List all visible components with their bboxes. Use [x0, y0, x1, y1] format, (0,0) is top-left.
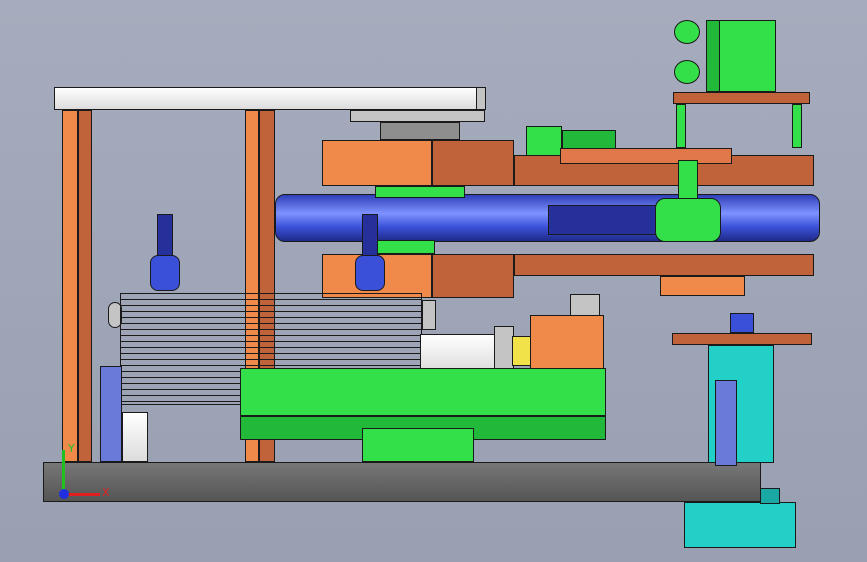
- y-axis-arrow: [62, 450, 65, 494]
- right-actuator-head[interactable]: [730, 313, 754, 333]
- cad-viewport[interactable]: [0, 0, 867, 562]
- pulley-hub-lower[interactable]: [375, 240, 435, 254]
- drive-wheel[interactable]: [655, 198, 721, 242]
- coordinate-triad: Y X: [52, 440, 112, 504]
- left-column-front[interactable]: [62, 110, 78, 462]
- lower-clamp-mid[interactable]: [432, 254, 514, 298]
- top-green-block[interactable]: [526, 126, 562, 156]
- tower-upper-shaft[interactable]: [706, 20, 720, 92]
- coupling-cap[interactable]: [570, 294, 600, 316]
- belt-tensioner[interactable]: [548, 205, 658, 235]
- valve-right-icon[interactable]: [355, 255, 385, 291]
- cylinder-rod[interactable]: [420, 334, 500, 372]
- x-axis-arrow: [64, 493, 100, 496]
- top-beam[interactable]: [54, 87, 486, 110]
- cylinder-endcap-right[interactable]: [422, 300, 436, 330]
- lower-clamp-tab[interactable]: [660, 276, 745, 296]
- cylinder-foot-left[interactable]: [122, 412, 148, 462]
- valve-left-icon[interactable]: [150, 255, 180, 291]
- tower-green-right[interactable]: [792, 104, 802, 148]
- top-beam-endcap[interactable]: [476, 87, 486, 110]
- base-bracket[interactable]: [362, 428, 474, 462]
- floor-cylinder-neck[interactable]: [760, 488, 780, 504]
- pulley-hub[interactable]: [375, 186, 465, 198]
- ground-plate[interactable]: [43, 462, 761, 502]
- left-column-back[interactable]: [78, 110, 92, 462]
- beam-hanger-block[interactable]: [380, 122, 460, 140]
- tower-upper-body[interactable]: [718, 20, 776, 92]
- upper-clamp-left[interactable]: [322, 140, 432, 186]
- tower-drive-shaft[interactable]: [678, 160, 698, 200]
- tower-top-plate[interactable]: [673, 92, 810, 104]
- z-axis-dot: [59, 489, 69, 499]
- right-mount-bar[interactable]: [715, 380, 737, 466]
- tower-green-left[interactable]: [676, 104, 686, 148]
- valve-left-stem[interactable]: [157, 214, 173, 256]
- beam-hanger[interactable]: [350, 110, 485, 122]
- roller-mid-icon[interactable]: [674, 60, 700, 84]
- lower-clamp-right[interactable]: [514, 254, 814, 276]
- right-clamp-plate[interactable]: [672, 333, 812, 345]
- upper-clamp-mid[interactable]: [432, 140, 514, 186]
- tower-clamp-plate[interactable]: [560, 148, 732, 164]
- y-axis-label: Y: [68, 442, 75, 455]
- cylinder-base-plate[interactable]: [240, 368, 606, 416]
- valve-right-stem[interactable]: [362, 214, 378, 256]
- roller-top-icon[interactable]: [674, 20, 700, 44]
- x-axis-label: X: [102, 486, 110, 499]
- floor-cylinder-block[interactable]: [684, 502, 796, 548]
